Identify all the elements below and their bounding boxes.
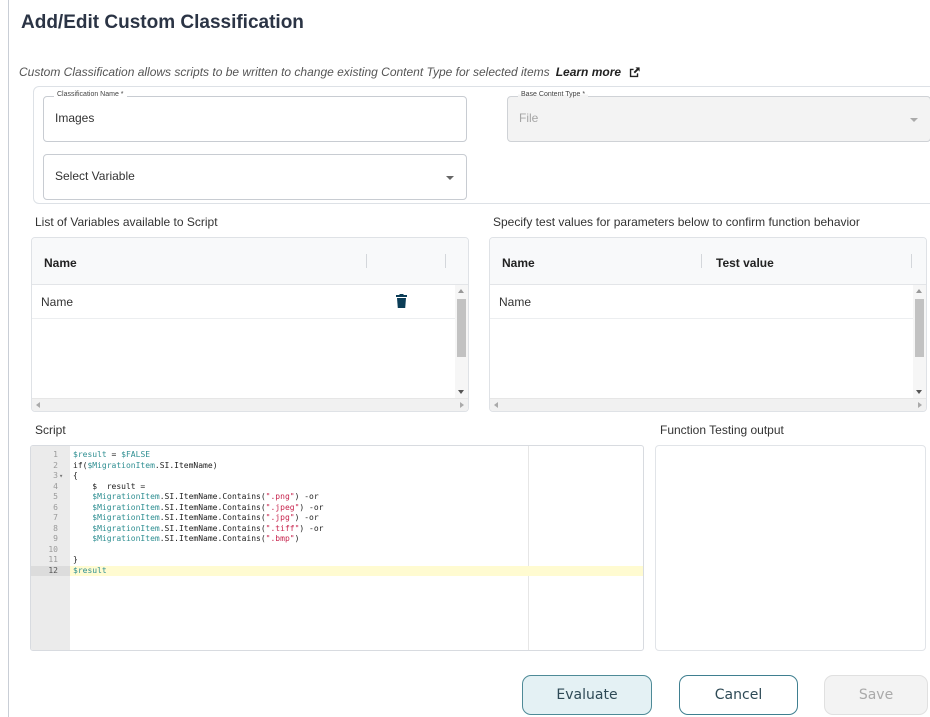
column-separator — [911, 254, 912, 268]
scrollbar-thumb[interactable] — [457, 299, 466, 357]
code-text: $MigrationItem.SI.ItemName.Contains(".ti… — [92, 523, 324, 533]
fold-toggle-icon[interactable]: ▾ — [59, 471, 63, 481]
chevron-down-icon[interactable] — [446, 176, 454, 180]
scroll-right-icon[interactable] — [460, 402, 464, 408]
scroll-down-icon[interactable] — [458, 390, 464, 394]
line-number: 1 — [53, 450, 58, 459]
column-separator — [366, 254, 367, 268]
output-section-label: Function Testing output — [660, 423, 784, 437]
scroll-left-icon[interactable] — [36, 402, 40, 408]
column-separator — [445, 254, 446, 268]
scroll-down-icon[interactable] — [916, 390, 922, 394]
code-text: } — [73, 555, 78, 564]
scroll-left-icon[interactable] — [494, 402, 498, 408]
code-line[interactable]: 11} — [31, 555, 643, 565]
dialog-description: Custom Classification allows scripts to … — [19, 65, 641, 79]
code-line[interactable]: 5 $MigrationItem.SI.ItemName.Contains(".… — [31, 492, 643, 502]
table-row[interactable]: Name — [490, 285, 915, 319]
script-editor[interactable]: 1 $result = $FALSE 2 if($MigrationItem.SI.I… — [30, 445, 644, 651]
evaluate-button[interactable]: Evaluate — [522, 675, 652, 715]
dialog-title: Add/Edit Custom Classification — [21, 12, 304, 33]
code-text: if($MigrationItem.SI.ItemName) — [73, 460, 218, 470]
test-values-grid-header: Name Test value — [490, 238, 926, 285]
scroll-up-icon[interactable] — [458, 289, 464, 293]
horizontal-scrollbar[interactable] — [32, 398, 468, 411]
select-variable-placeholder: Select Variable — [55, 169, 135, 183]
line-number: 6 — [53, 502, 58, 512]
select-variable-dropdown[interactable]: Select Variable — [43, 154, 467, 200]
code-line[interactable]: 8 $MigrationItem.SI.ItemName.Contains(".… — [31, 524, 643, 534]
horizontal-scrollbar[interactable] — [490, 398, 926, 411]
code-line[interactable]: 10 — [31, 545, 643, 555]
code-line[interactable]: 7 $MigrationItem.SI.ItemName.Contains(".… — [31, 513, 643, 523]
code-line[interactable]: 12 $result — [31, 565, 643, 576]
table-row[interactable]: Name — [32, 285, 457, 319]
base-content-type-value: File — [519, 111, 539, 125]
line-number: 12 — [31, 565, 70, 576]
function-testing-output — [655, 445, 926, 651]
code-line[interactable]: 2 if($MigrationItem.SI.ItemName) — [31, 461, 643, 471]
variables-section-label: List of Variables available to Script — [35, 215, 218, 229]
code-line[interactable]: 9 $MigrationItem.SI.ItemName.Contains(".… — [31, 534, 643, 544]
variable-name-cell: Name — [41, 295, 74, 309]
parameter-name-cell: Name — [499, 295, 532, 309]
code-text: $MigrationItem.SI.ItemName.Contains(".pn… — [92, 492, 319, 501]
description-text: Custom Classification allows scripts to … — [19, 65, 550, 79]
save-button[interactable]: Save — [824, 675, 928, 715]
variables-grid: Name Name — [31, 237, 469, 412]
line-number: 10 — [48, 544, 58, 554]
line-number: 8 — [53, 523, 58, 533]
line-number: 11 — [48, 555, 58, 564]
scroll-up-icon[interactable] — [916, 289, 922, 293]
column-header-name[interactable]: Name — [44, 256, 77, 270]
column-separator — [701, 254, 702, 268]
line-number: 5 — [53, 492, 58, 501]
code-text: $MigrationItem.SI.ItemName.Contains(".bm… — [92, 534, 300, 543]
chevron-down-icon — [910, 118, 918, 122]
code-text: $MigrationItem.SI.ItemName.Contains(".jp… — [92, 502, 324, 512]
column-header-name[interactable]: Name — [502, 256, 535, 270]
scrollbar-thumb[interactable] — [915, 299, 924, 357]
code-text: { — [73, 471, 78, 480]
base-content-type-select: Base Content Type * File — [507, 91, 930, 142]
vertical-scrollbar[interactable] — [455, 285, 468, 398]
variables-grid-header: Name — [32, 238, 468, 285]
classification-name-value[interactable]: Images — [55, 111, 94, 125]
cancel-button[interactable]: Cancel — [679, 675, 798, 715]
code-line[interactable]: 4 $ result = — [31, 482, 643, 492]
learn-more-link[interactable]: Learn more — [556, 65, 621, 79]
classification-name-label: Classification Name * — [54, 91, 127, 98]
code-text: $MigrationItem.SI.ItemName.Contains(".jp… — [92, 513, 319, 522]
code-text: $result — [73, 565, 107, 575]
code-line[interactable]: 1 $result = $FALSE — [31, 450, 643, 460]
external-link-icon[interactable] — [628, 66, 641, 79]
test-values-section-label: Specify test values for parameters below… — [493, 215, 860, 229]
test-values-grid: Name Test value Name — [489, 237, 927, 412]
vertical-scrollbar[interactable] — [913, 285, 926, 398]
classification-card: Classification Name * Images Base Conten… — [33, 86, 930, 204]
line-number: 9 — [53, 534, 58, 543]
code-line[interactable]: 6 $MigrationItem.SI.ItemName.Contains(".… — [31, 503, 643, 513]
code-line[interactable]: 3 ▾ { — [31, 471, 643, 481]
script-section-label: Script — [35, 423, 66, 437]
line-number: 7 — [53, 513, 58, 522]
line-number: 3 — [53, 471, 58, 480]
trash-icon[interactable] — [396, 294, 407, 308]
scroll-right-icon[interactable] — [918, 402, 922, 408]
column-header-test-value[interactable]: Test value — [716, 256, 774, 270]
base-content-type-label: Base Content Type * — [518, 91, 589, 98]
line-number: 2 — [53, 460, 58, 470]
code-text: $result = $FALSE — [73, 450, 151, 459]
line-number: 4 — [53, 481, 58, 491]
classification-name-field[interactable]: Classification Name * Images — [43, 91, 467, 142]
code-text: $ result = — [73, 481, 146, 491]
